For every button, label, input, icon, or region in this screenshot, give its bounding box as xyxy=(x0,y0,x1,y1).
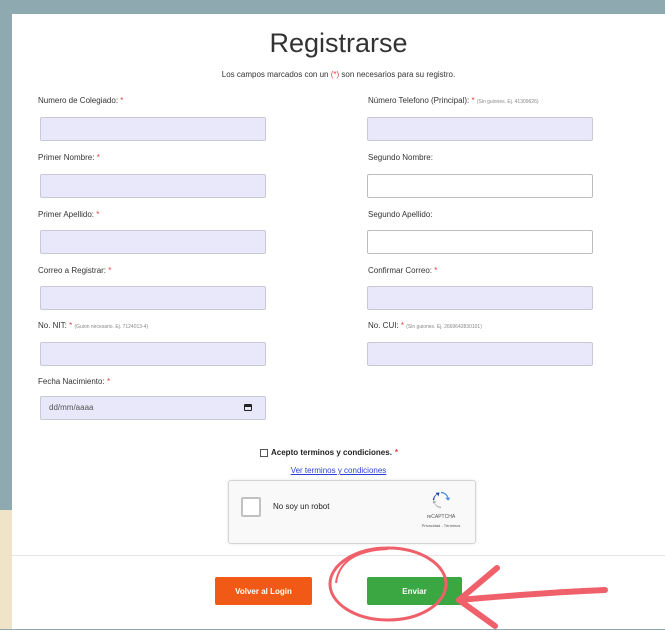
nit-label: No. NIT: * (Guion necesario. Ej. 7124013… xyxy=(38,321,149,330)
correo-input[interactable] xyxy=(40,286,266,310)
numero-colegiado-input[interactable] xyxy=(40,117,266,141)
background-strip xyxy=(0,510,12,629)
back-to-login-button[interactable]: Volver al Login xyxy=(215,577,312,605)
segundo-nombre-input[interactable] xyxy=(367,174,593,198)
fecha-nacimiento-input[interactable]: dd/mm/aaaa xyxy=(40,396,266,420)
recaptcha-logo-icon xyxy=(432,491,450,509)
nit-input[interactable] xyxy=(40,342,266,366)
confirmar-correo-input[interactable] xyxy=(367,286,593,310)
confirmar-correo-label: Confirmar Correo: * xyxy=(368,266,438,275)
numero-colegiado-label: Numero de Colegiado: * xyxy=(38,96,124,105)
recaptcha-widget: No soy un robot reCAPTCHA Privacidad - T… xyxy=(228,480,476,544)
date-placeholder: dd/mm/aaaa xyxy=(49,403,94,412)
fecha-nacimiento-label: Fecha Nacimiento: * xyxy=(38,377,111,386)
arrow-annotation-icon xyxy=(456,565,608,629)
segundo-apellido-input[interactable] xyxy=(367,230,593,254)
telefono-input[interactable] xyxy=(367,117,593,141)
page-title: Registrarse xyxy=(269,28,408,58)
primer-apellido-label: Primer Apellido: * xyxy=(38,210,100,219)
terms-link[interactable]: Ver terminos y condiciones xyxy=(12,466,665,475)
primer-apellido-input[interactable] xyxy=(40,230,266,254)
cui-input[interactable] xyxy=(367,342,593,366)
terms-label: Acepto terminos y condiciones. xyxy=(271,448,392,457)
terms-row: Acepto terminos y condiciones. * xyxy=(260,448,398,457)
required-fields-note: Los campos marcados con un (*) son neces… xyxy=(221,70,456,79)
registration-panel: Registrarse Los campos marcados con un (… xyxy=(12,14,665,629)
primer-nombre-label: Primer Nombre: * xyxy=(38,153,100,162)
terms-checkbox[interactable] xyxy=(260,448,268,457)
segundo-apellido-label: Segundo Apellido: xyxy=(368,210,433,219)
telefono-label: Número Telefono (Principal): * (Sin guio… xyxy=(368,96,539,105)
cui-label: No. CUI: * (Sin guiones. Ej. 26696428301… xyxy=(368,321,482,330)
primer-nombre-input[interactable] xyxy=(40,174,266,198)
recaptcha-checkbox[interactable] xyxy=(241,497,261,517)
recaptcha-label: No soy un robot xyxy=(273,502,330,511)
calendar-icon[interactable] xyxy=(244,404,252,411)
recaptcha-brand: reCAPTCHA xyxy=(426,514,456,520)
correo-label: Correo a Registrar: * xyxy=(38,266,112,275)
annotation-circle xyxy=(328,546,448,622)
recaptcha-links[interactable]: Privacidad - Términos xyxy=(409,523,473,528)
segundo-nombre-label: Segundo Nombre: xyxy=(368,153,433,162)
